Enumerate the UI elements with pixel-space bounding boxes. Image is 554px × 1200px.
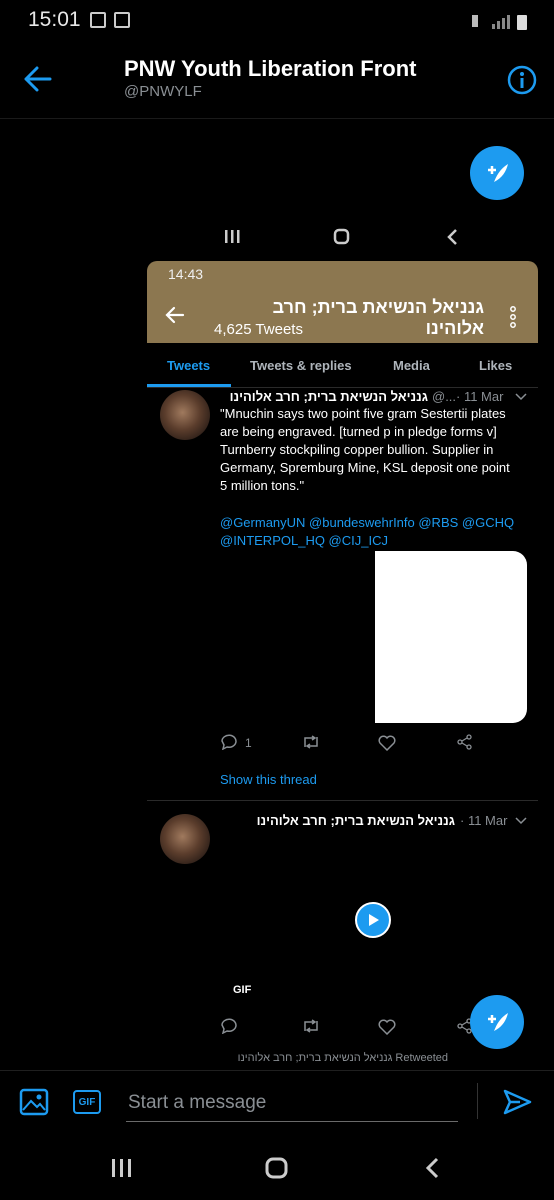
retweet-icon	[304, 1019, 318, 1033]
play-icon	[369, 914, 379, 926]
gif-badge: GIF	[233, 984, 252, 996]
header-divider	[0, 118, 554, 119]
tweet-divider	[147, 800, 538, 801]
embedded-back-arrow-icon	[165, 306, 185, 324]
info-icon[interactable]	[506, 64, 538, 96]
compose-tweet-fab-embedded[interactable]	[470, 995, 524, 1049]
tabs-divider	[147, 387, 538, 388]
tab-tweets-replies: Tweets & replies	[250, 358, 352, 373]
tab-likes: Likes	[479, 358, 513, 373]
tweet-media	[375, 551, 527, 723]
tweet-avatar	[160, 814, 210, 864]
play-button	[355, 902, 391, 938]
home-icon[interactable]	[265, 1157, 288, 1179]
conversation-handle: @PNWYLF	[124, 83, 202, 100]
back-icon[interactable]	[425, 1157, 439, 1179]
retweeted-line: Retweeted גנניאל הנשיאת ברית; חרב אלוהינ…	[237, 1052, 448, 1064]
tweet-author-name: גנניאל הנשיאת ברית; חרב אלוהינו	[229, 389, 428, 404]
share-icon	[457, 734, 472, 750]
composer-divider	[0, 1070, 554, 1071]
conversation-title: PNW Youth Liberation Front	[124, 56, 417, 81]
feather-plus-icon	[488, 1013, 508, 1031]
like-icon	[378, 735, 396, 751]
feather-plus-icon	[488, 164, 508, 182]
tweet-author-name: גנניאל הנשיאת ברית; חרב אלוהינו	[256, 813, 455, 828]
retweet-icon	[304, 735, 318, 749]
system-nav-bar	[112, 1157, 439, 1179]
message-input[interactable]	[126, 1085, 458, 1122]
signal-battery-icons	[472, 15, 527, 30]
tweet-text: "Mnuchin says two point five gram Sester…	[220, 406, 510, 493]
recent-apps-icon[interactable]	[112, 1159, 131, 1177]
tweet-handle: @...	[432, 389, 457, 404]
chevron-down-icon	[515, 817, 527, 825]
send-icon[interactable]	[502, 1088, 532, 1116]
reply-icon	[221, 734, 237, 750]
tab-tweets: Tweets	[167, 358, 211, 373]
tweet-mentions: @GermanyUN @bundeswehrInfo @RBS @GCHQ @I…	[220, 515, 515, 548]
embedded-nav-bar	[225, 228, 457, 245]
tab-media: Media	[393, 358, 430, 373]
back-arrow-icon[interactable]	[24, 66, 52, 92]
tweet-date: · 11 Mar	[456, 389, 504, 404]
embedded-tweet-count: 4,625 Tweets	[214, 321, 303, 338]
chevron-down-icon	[515, 393, 527, 401]
reply-count: 1	[245, 736, 252, 750]
status-time: 15:01	[28, 8, 81, 31]
gif-button[interactable]: GIF	[73, 1090, 101, 1114]
tweet-date: · 11 Mar	[460, 813, 508, 828]
like-icon	[378, 1019, 396, 1035]
tweet-avatar	[160, 390, 210, 440]
embedded-more-icon	[510, 306, 516, 328]
image-notification-icon	[114, 12, 130, 28]
image-attach-icon[interactable]	[19, 1088, 49, 1116]
composer-separator	[477, 1083, 478, 1119]
reply-icon	[221, 1018, 237, 1034]
compose-tweet-fab[interactable]	[470, 146, 524, 200]
checkbox-notification-icon	[90, 12, 106, 28]
show-thread-link: Show this thread	[220, 772, 317, 787]
embedded-status-time: 14:43	[168, 266, 204, 282]
